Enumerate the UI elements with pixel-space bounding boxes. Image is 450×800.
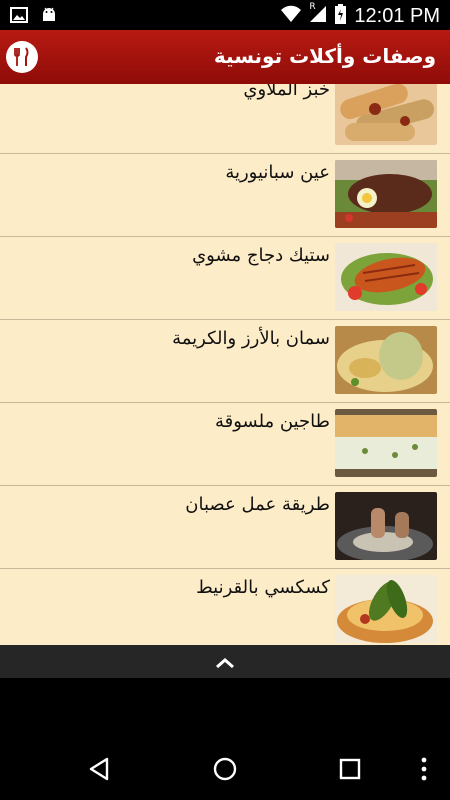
recipe-thumbnail	[335, 575, 437, 643]
app-logo[interactable]	[6, 41, 38, 73]
status-bar: R 12:01 PM	[0, 0, 450, 30]
scroll-top-bar[interactable]	[0, 645, 450, 678]
chevron-up-icon[interactable]	[214, 655, 236, 674]
list-item[interactable]: كسكسي بالقرنيط	[0, 569, 450, 645]
wifi-icon	[281, 5, 302, 27]
app-bar: وصفات وأكلات تونسية	[0, 30, 450, 84]
list-item[interactable]: ستيك دجاج مشوي	[0, 237, 450, 320]
recipe-thumbnail	[335, 326, 437, 394]
notification-icons	[10, 6, 58, 28]
cutlery-icon	[14, 47, 29, 66]
recipe-title: سمان بالأرز والكريمة	[172, 328, 330, 349]
recipe-thumbnail	[335, 160, 437, 228]
recipe-list[interactable]: خبز الملاوي عين سبانيورية ستيك دجاج مشوي…	[0, 84, 450, 645]
recipe-title: طاجين ملسوقة	[214, 411, 330, 432]
list-item[interactable]: خبز الملاوي	[0, 84, 450, 154]
empty-space	[0, 678, 450, 742]
navigation-bar	[0, 742, 450, 800]
list-item[interactable]: عين سبانيورية	[0, 154, 450, 237]
list-item[interactable]: طاجين ملسوقة	[0, 403, 450, 486]
recipe-title: كسكسي بالقرنيط	[196, 577, 330, 598]
gallery-icon	[10, 7, 28, 27]
back-icon[interactable]	[87, 756, 111, 786]
signal-icon: R	[309, 2, 327, 27]
recipe-thumbnail	[335, 409, 437, 477]
recents-icon[interactable]	[338, 756, 362, 786]
recipe-thumbnail	[335, 243, 437, 311]
recipe-title: طريقة عمل عصبان	[185, 494, 330, 515]
more-options-icon[interactable]	[420, 756, 428, 786]
battery-icon	[335, 4, 347, 28]
recipe-title: خبز الملاوي	[243, 84, 330, 100]
list-item[interactable]: طريقة عمل عصبان	[0, 486, 450, 569]
list-item[interactable]: سمان بالأرز والكريمة	[0, 320, 450, 403]
roaming-badge: R	[309, 2, 316, 12]
home-icon[interactable]	[212, 756, 238, 786]
recipe-title: عين سبانيورية	[225, 162, 330, 183]
recipe-thumbnail	[335, 84, 437, 145]
recipe-title: ستيك دجاج مشوي	[192, 245, 330, 266]
android-icon	[40, 6, 58, 28]
clock: 12:01 PM	[354, 4, 440, 27]
system-icons: R 12:01 PM	[281, 2, 440, 28]
recipe-thumbnail	[335, 492, 437, 560]
app-title: وصفات وأكلات تونسية	[213, 44, 436, 68]
